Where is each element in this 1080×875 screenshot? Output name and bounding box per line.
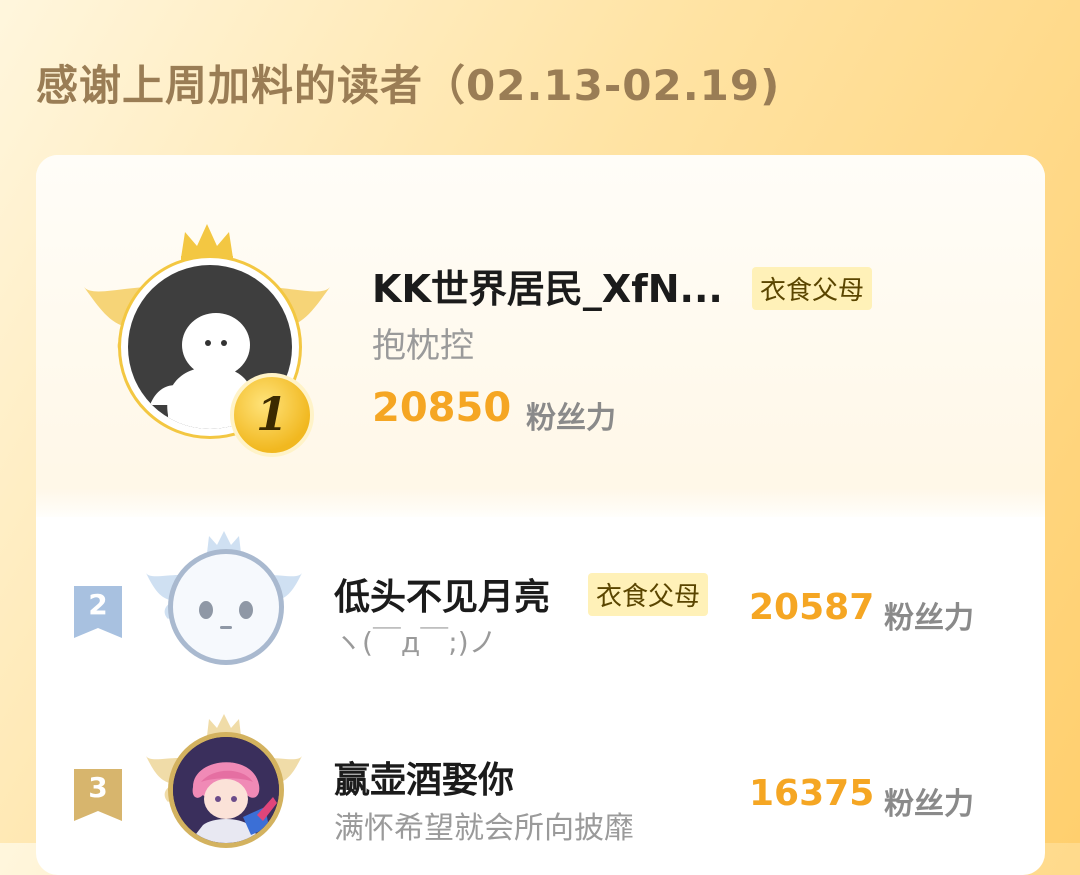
rank-1-medal: 1 [230,373,314,457]
rank-number: 2 [88,588,108,621]
reader-1-badge: 衣食父母 [752,267,873,310]
rank-2-badge: 2 [72,584,124,640]
reader-2-score-unit: 粉丝力 [884,601,974,636]
reader-2-score: 20587 [749,587,875,628]
reader-1-score: 20850 [372,385,512,431]
reader-2-subtitle: ヽ(￣д￣;)ノ [334,626,497,659]
avatar [168,549,284,665]
rank-number: 1 [255,387,288,441]
avatar [168,732,284,848]
rank-number: 3 [88,771,108,804]
reader-2-badge: 衣食父母 [588,573,709,616]
leaderboard-card: 1 KK世界居民_XfN... 衣食父母 抱枕控 20850 粉丝力 2 低头不… [36,155,1045,875]
rank-3-avatar-frame[interactable] [144,710,304,860]
reader-3-score-unit: 粉丝力 [884,787,974,822]
rank-2-avatar-frame[interactable] [144,527,304,677]
reader-2-nickname[interactable]: 低头不见月亮 [334,568,550,620]
reader-3-subtitle: 满怀希望就会所向披靡 [334,811,634,846]
reader-1-subtitle: 抱枕控 [372,326,474,366]
face-avatar-icon [199,601,253,629]
reader-3-nickname[interactable]: 赢壶酒娶你 [334,751,514,803]
rank-1-avatar-frame[interactable]: 1 [82,217,332,457]
reader-3-score: 16375 [749,773,875,814]
page-title: 感谢上周加料的读者（02.13-02.19) [36,61,781,110]
rank-3-badge: 3 [72,767,124,823]
reader-1-nickname[interactable]: KK世界居民_XfN... [372,258,723,313]
reader-1-score-unit: 粉丝力 [526,401,616,436]
anime-avatar-icon [173,737,279,843]
